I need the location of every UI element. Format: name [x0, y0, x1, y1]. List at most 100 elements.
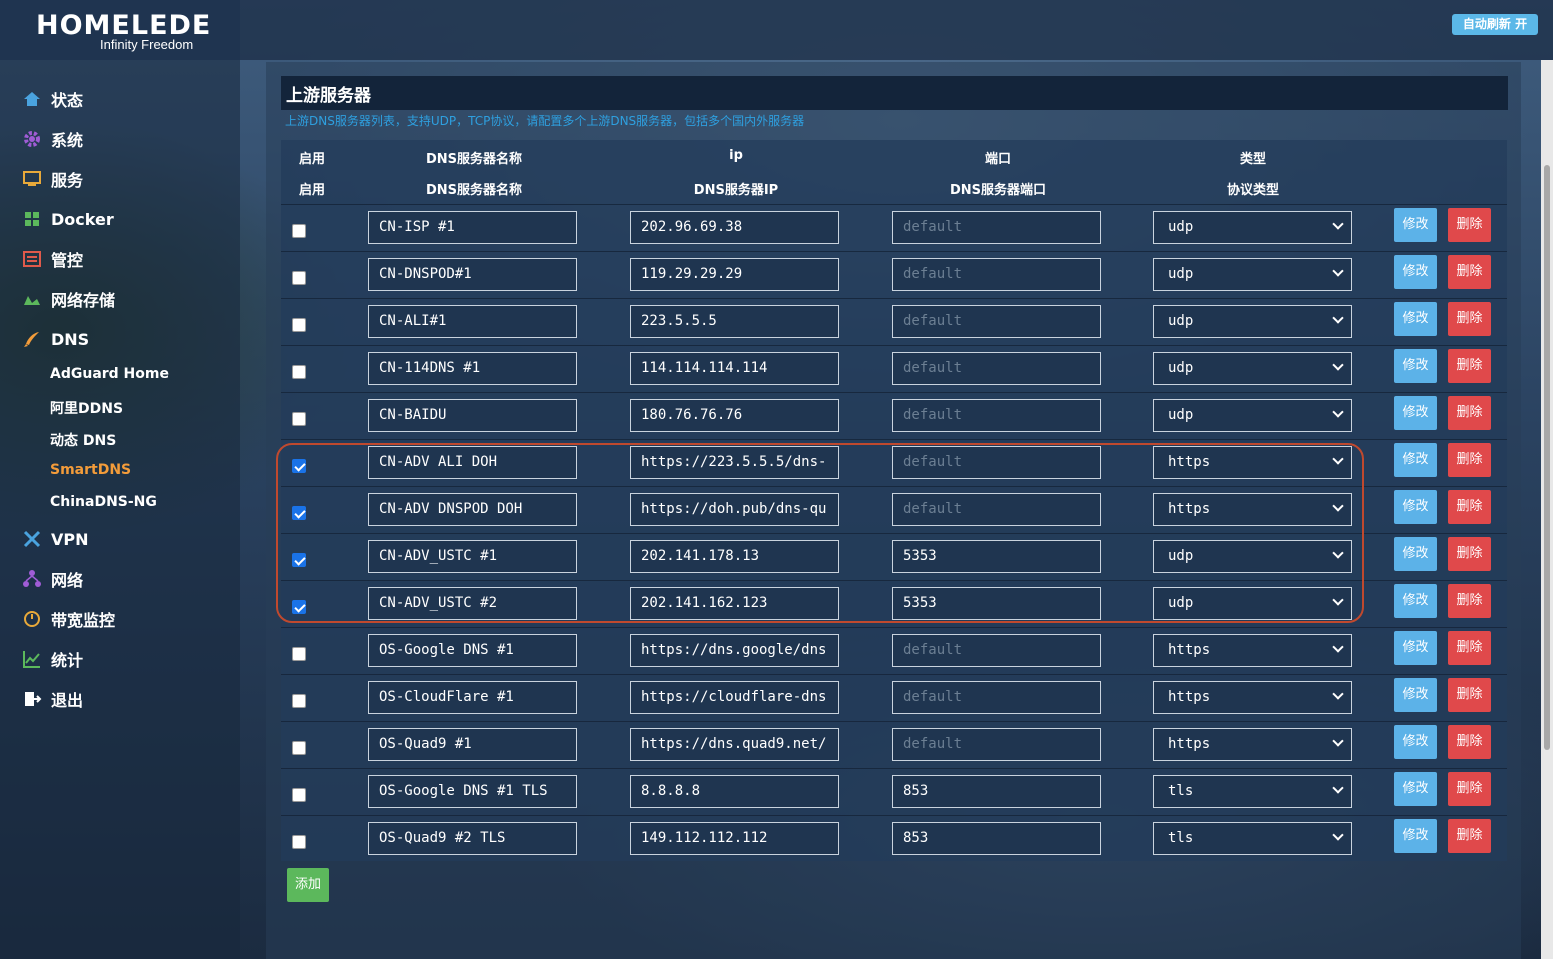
- sidebar-item-rocket[interactable]: DNS: [22, 327, 89, 351]
- delete-button[interactable]: 删除: [1448, 584, 1491, 618]
- delete-button[interactable]: 删除: [1448, 443, 1491, 477]
- server-ip-field[interactable]: https://dns.google/dns: [630, 634, 839, 667]
- protocol-select[interactable]: tls: [1153, 775, 1352, 808]
- server-ip-field[interactable]: https://cloudflare-dns: [630, 681, 839, 714]
- edit-button[interactable]: 修改: [1394, 537, 1437, 571]
- enable-checkbox[interactable]: [292, 600, 306, 614]
- server-name-field[interactable]: OS-Google DNS #1 TLS: [368, 775, 577, 808]
- delete-button[interactable]: 删除: [1448, 537, 1491, 571]
- server-port-field[interactable]: default: [892, 681, 1101, 714]
- protocol-select[interactable]: https: [1153, 446, 1352, 479]
- edit-button[interactable]: 修改: [1394, 819, 1437, 853]
- scrollbar[interactable]: [1541, 60, 1553, 959]
- enable-checkbox[interactable]: [292, 553, 306, 567]
- delete-button[interactable]: 删除: [1448, 349, 1491, 383]
- protocol-select[interactable]: udp: [1153, 258, 1352, 291]
- enable-checkbox[interactable]: [292, 647, 306, 661]
- sidebar-item-gear[interactable]: 系统: [22, 127, 83, 151]
- server-name-field[interactable]: OS-Quad9 #1: [368, 728, 577, 761]
- enable-checkbox[interactable]: [292, 741, 306, 755]
- server-name-field[interactable]: OS-Google DNS #1: [368, 634, 577, 667]
- server-port-field[interactable]: default: [892, 258, 1101, 291]
- protocol-select[interactable]: udp: [1153, 399, 1352, 432]
- sidebar-item-home[interactable]: 状态: [22, 87, 83, 111]
- sidebar-item-control[interactable]: 管控: [22, 247, 83, 271]
- sidebar-item-network[interactable]: 网络: [22, 567, 83, 591]
- add-button[interactable]: 添加: [287, 868, 329, 902]
- server-port-field[interactable]: default: [892, 493, 1101, 526]
- server-name-field[interactable]: OS-CloudFlare #1: [368, 681, 577, 714]
- sidebar-item-service[interactable]: 服务: [22, 167, 83, 191]
- delete-button[interactable]: 删除: [1448, 302, 1491, 336]
- logo[interactable]: HOMELEDE Infinity Freedom: [0, 0, 240, 60]
- enable-checkbox[interactable]: [292, 835, 306, 849]
- delete-button[interactable]: 删除: [1448, 396, 1491, 430]
- edit-button[interactable]: 修改: [1394, 772, 1437, 806]
- enable-checkbox[interactable]: [292, 318, 306, 332]
- server-name-field[interactable]: CN-ADV_USTC #1: [368, 540, 577, 573]
- sidebar-subitem-dns[interactable]: 动态 DNS: [50, 430, 116, 450]
- server-port-field[interactable]: 5353: [892, 587, 1101, 620]
- server-ip-field[interactable]: 202.141.178.13: [630, 540, 839, 573]
- server-name-field[interactable]: CN-ADV_USTC #2: [368, 587, 577, 620]
- protocol-select[interactable]: https: [1153, 634, 1352, 667]
- server-port-field[interactable]: default: [892, 211, 1101, 244]
- server-port-field[interactable]: default: [892, 352, 1101, 385]
- sidebar-item-docker[interactable]: Docker: [22, 207, 114, 231]
- edit-button[interactable]: 修改: [1394, 396, 1437, 430]
- protocol-select[interactable]: udp: [1153, 540, 1352, 573]
- server-port-field[interactable]: default: [892, 305, 1101, 338]
- enable-checkbox[interactable]: [292, 788, 306, 802]
- server-ip-field[interactable]: 223.5.5.5: [630, 305, 839, 338]
- edit-button[interactable]: 修改: [1394, 349, 1437, 383]
- server-name-field[interactable]: CN-114DNS #1: [368, 352, 577, 385]
- server-name-field[interactable]: CN-DNSPOD#1: [368, 258, 577, 291]
- server-name-field[interactable]: CN-BAIDU: [368, 399, 577, 432]
- auto-refresh-button[interactable]: 自动刷新 开: [1452, 14, 1538, 35]
- sidebar-item-stats[interactable]: 统计: [22, 647, 83, 671]
- delete-button[interactable]: 删除: [1448, 819, 1491, 853]
- server-name-field[interactable]: OS-Quad9 #2 TLS: [368, 822, 577, 855]
- enable-checkbox[interactable]: [292, 459, 306, 473]
- protocol-select[interactable]: https: [1153, 681, 1352, 714]
- edit-button[interactable]: 修改: [1394, 255, 1437, 289]
- protocol-select[interactable]: https: [1153, 493, 1352, 526]
- protocol-select[interactable]: tls: [1153, 822, 1352, 855]
- edit-button[interactable]: 修改: [1394, 208, 1437, 242]
- server-port-field[interactable]: default: [892, 728, 1101, 761]
- protocol-select[interactable]: udp: [1153, 211, 1352, 244]
- server-ip-field[interactable]: 114.114.114.114: [630, 352, 839, 385]
- protocol-select[interactable]: udp: [1153, 352, 1352, 385]
- server-ip-field[interactable]: 8.8.8.8: [630, 775, 839, 808]
- delete-button[interactable]: 删除: [1448, 631, 1491, 665]
- enable-checkbox[interactable]: [292, 506, 306, 520]
- sidebar-subitem-dns[interactable]: 阿里DDNS: [50, 398, 123, 418]
- delete-button[interactable]: 删除: [1448, 208, 1491, 242]
- server-port-field[interactable]: default: [892, 399, 1101, 432]
- server-name-field[interactable]: CN-ISP #1: [368, 211, 577, 244]
- scrollbar-thumb[interactable]: [1544, 165, 1550, 750]
- server-ip-field[interactable]: 180.76.76.76: [630, 399, 839, 432]
- edit-button[interactable]: 修改: [1394, 584, 1437, 618]
- sidebar-item-storage[interactable]: 网络存储: [22, 287, 115, 311]
- enable-checkbox[interactable]: [292, 365, 306, 379]
- edit-button[interactable]: 修改: [1394, 302, 1437, 336]
- edit-button[interactable]: 修改: [1394, 631, 1437, 665]
- edit-button[interactable]: 修改: [1394, 490, 1437, 524]
- sidebar-item-bandwidth[interactable]: 带宽监控: [22, 607, 115, 631]
- enable-checkbox[interactable]: [292, 412, 306, 426]
- server-name-field[interactable]: CN-ADV ALI DOH: [368, 446, 577, 479]
- sidebar-subitem-dns[interactable]: SmartDNS: [50, 462, 131, 478]
- sidebar-item-logout[interactable]: 退出: [22, 687, 83, 711]
- enable-checkbox[interactable]: [292, 271, 306, 285]
- server-port-field[interactable]: 5353: [892, 540, 1101, 573]
- sidebar-subitem-dns[interactable]: AdGuard Home: [50, 366, 169, 382]
- protocol-select[interactable]: https: [1153, 728, 1352, 761]
- server-port-field[interactable]: default: [892, 634, 1101, 667]
- delete-button[interactable]: 删除: [1448, 772, 1491, 806]
- enable-checkbox[interactable]: [292, 224, 306, 238]
- sidebar-item-vpn[interactable]: VPN: [22, 527, 89, 551]
- protocol-select[interactable]: udp: [1153, 305, 1352, 338]
- delete-button[interactable]: 删除: [1448, 255, 1491, 289]
- server-name-field[interactable]: CN-ADV DNSPOD DOH: [368, 493, 577, 526]
